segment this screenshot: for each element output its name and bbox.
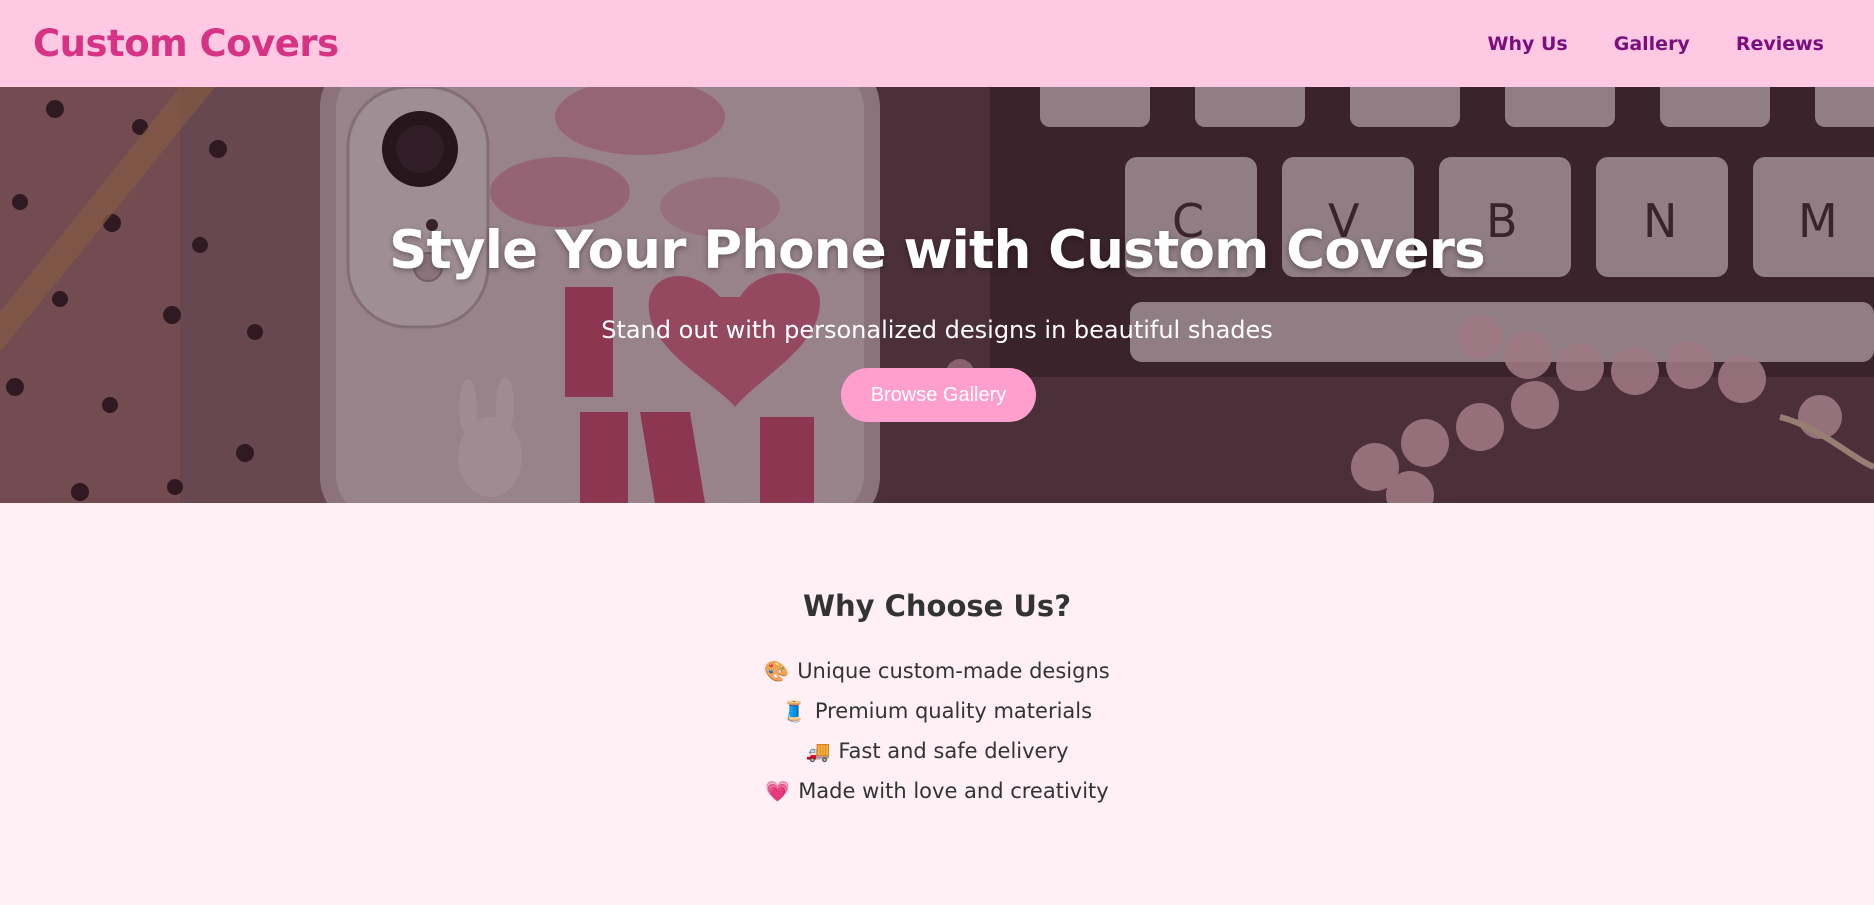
hero-content: Style Your Phone with Custom Covers Stan…: [0, 87, 1874, 503]
delivery-truck-icon: 🚚: [805, 739, 831, 763]
hero-subtitle: Stand out with personalized designs in b…: [601, 316, 1273, 344]
site-header: Custom Covers Why Us Gallery Reviews: [0, 0, 1874, 87]
list-item: 💗 Made with love and creativity: [0, 771, 1874, 811]
list-item: 🎨 Unique custom-made designs: [0, 651, 1874, 691]
feature-text: Made with love and creativity: [798, 779, 1109, 803]
list-item: 🧵 Premium quality materials: [0, 691, 1874, 731]
nav-link-gallery[interactable]: Gallery: [1614, 33, 1690, 55]
why-choose-us-section: Why Choose Us? 🎨 Unique custom-made desig…: [0, 503, 1874, 905]
features-list: 🎨 Unique custom-made designs 🧵 Premium qua…: [0, 651, 1874, 811]
brand-logo[interactable]: Custom Covers: [33, 22, 339, 65]
browse-gallery-button[interactable]: Browse Gallery: [841, 368, 1036, 422]
heart-icon: 💗: [765, 779, 791, 803]
nav-link-why-us[interactable]: Why Us: [1488, 33, 1568, 55]
section-title: Why Choose Us?: [802, 589, 1072, 623]
main-nav: Why Us Gallery Reviews: [1488, 33, 1825, 55]
feature-text: Fast and safe delivery: [838, 739, 1069, 763]
list-item: 🚚 Fast and safe delivery: [0, 731, 1874, 771]
hero-section: C V B N M Style Your Phone with Custom C…: [0, 87, 1874, 503]
palette-icon: 🎨: [764, 659, 790, 683]
hero-title: Style Your Phone with Custom Covers: [389, 220, 1486, 281]
feature-text: Unique custom-made designs: [797, 659, 1110, 683]
feature-text: Premium quality materials: [814, 699, 1093, 723]
thread-spool-icon: 🧵: [781, 699, 807, 723]
nav-link-reviews[interactable]: Reviews: [1736, 33, 1824, 55]
